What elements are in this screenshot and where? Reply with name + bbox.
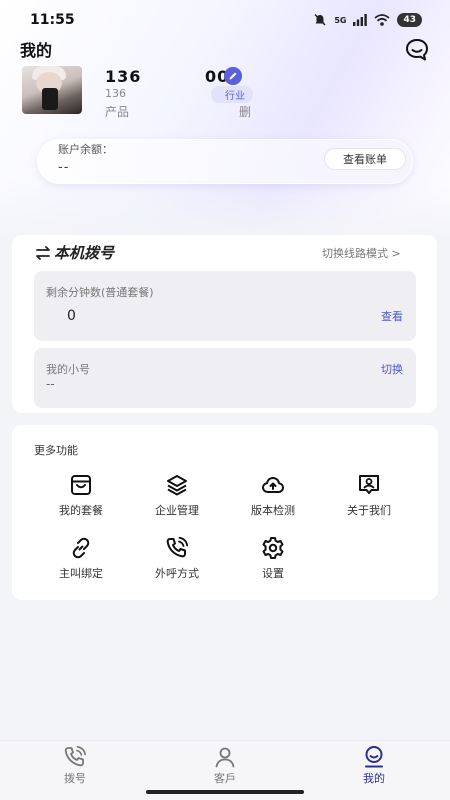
subnumber-value: -- [46,377,55,391]
view-minutes-link[interactable]: 查看 [381,308,403,324]
person-icon [215,747,235,768]
user-phone-prefix: 136 [105,67,142,86]
version-check-item[interactable]: 版本检测 [233,473,313,518]
tab-customers[interactable]: 客戶 [195,745,255,786]
my-plan-label: 我的套餐 [59,504,103,517]
version-check-label: 版本检测 [251,504,295,517]
about-us-item[interactable]: 关于我们 [329,473,409,518]
settings-label: 设置 [262,567,284,580]
bag-icon [71,475,91,495]
tab-dial-label: 拨号 [64,772,86,785]
dial-title: 本机拨号 [34,242,114,263]
about-us-label: 关于我们 [347,504,391,517]
balance-value: -- [58,160,70,175]
message-icon[interactable] [404,37,430,63]
product-suffix: 删 [239,105,252,119]
tab-customers-label: 客戶 [214,772,236,785]
more-functions-card: 更多功能 我的套餐 企业管理 版本检测 关于我们 主叫绑定 外呼方式 设置 [12,425,438,600]
status-icons: 5G 43 [313,13,422,27]
minutes-box: 剩余分钟数(普通套餐) 0 查看 [34,271,416,341]
status-bar: 11:55 5G 43 [0,0,450,40]
wifi-icon [374,14,391,26]
minutes-label: 剩余分钟数(普通套餐) [46,286,154,299]
subnumber-label: 我的小号 [46,363,90,376]
tab-mine[interactable]: 我的 [344,745,404,786]
switch-line-mode-link[interactable]: 切换线路模式 > [322,245,401,261]
dial-title-text: 本机拨号 [54,244,115,262]
enterprise-management-label: 企业管理 [155,504,199,517]
minutes-value: 0 [67,308,76,324]
page-title: 我的 [20,41,53,60]
gear-icon [262,537,284,559]
industry-tag: 行业 [211,86,253,103]
user-sub-number: 136 [105,87,126,100]
cloud-upload-icon [262,477,284,493]
edit-icon[interactable] [224,67,242,85]
home-indicator [146,790,304,794]
caller-binding-label: 主叫绑定 [59,567,103,580]
swap-icon [36,245,50,260]
profile-icon [365,746,383,768]
settings-item[interactable]: 设置 [233,536,313,581]
more-functions-title: 更多功能 [34,444,78,457]
tab-dial[interactable]: 拨号 [45,745,105,786]
outbound-method-label: 外呼方式 [155,567,199,580]
mute-bell-icon [314,14,326,26]
about-icon [359,475,379,494]
status-time: 11:55 [30,12,75,28]
switch-subnumber-link[interactable]: 切换 [381,361,403,377]
subnumber-box: 我的小号 -- 切换 [34,348,416,408]
caller-binding-item[interactable]: 主叫绑定 [41,536,121,581]
product-label: 产品 [105,105,130,119]
battery-indicator: 43 [397,13,422,27]
link-icon [72,537,90,559]
local-dial-card: 本机拨号 切换线路模式 > 剩余分钟数(普通套餐) 0 查看 我的小号 -- 切… [12,235,437,413]
my-plan-item[interactable]: 我的套餐 [41,473,121,518]
view-bill-button[interactable]: 查看账单 [324,148,406,170]
network-type: 5G [334,15,347,25]
signal-icon [353,14,368,26]
phone-call-icon [64,746,86,767]
phone-call-icon [166,536,189,558]
balance-label: 账户余额： [58,143,113,156]
avatar-phone [42,88,58,110]
tab-mine-label: 我的 [363,772,385,785]
balance-card: 账户余额： -- 查看账单 [37,139,413,184]
avatar[interactable] [22,66,82,114]
enterprise-management-item[interactable]: 企业管理 [137,473,217,518]
layers-icon [167,475,187,496]
outbound-method-item[interactable]: 外呼方式 [137,536,217,581]
